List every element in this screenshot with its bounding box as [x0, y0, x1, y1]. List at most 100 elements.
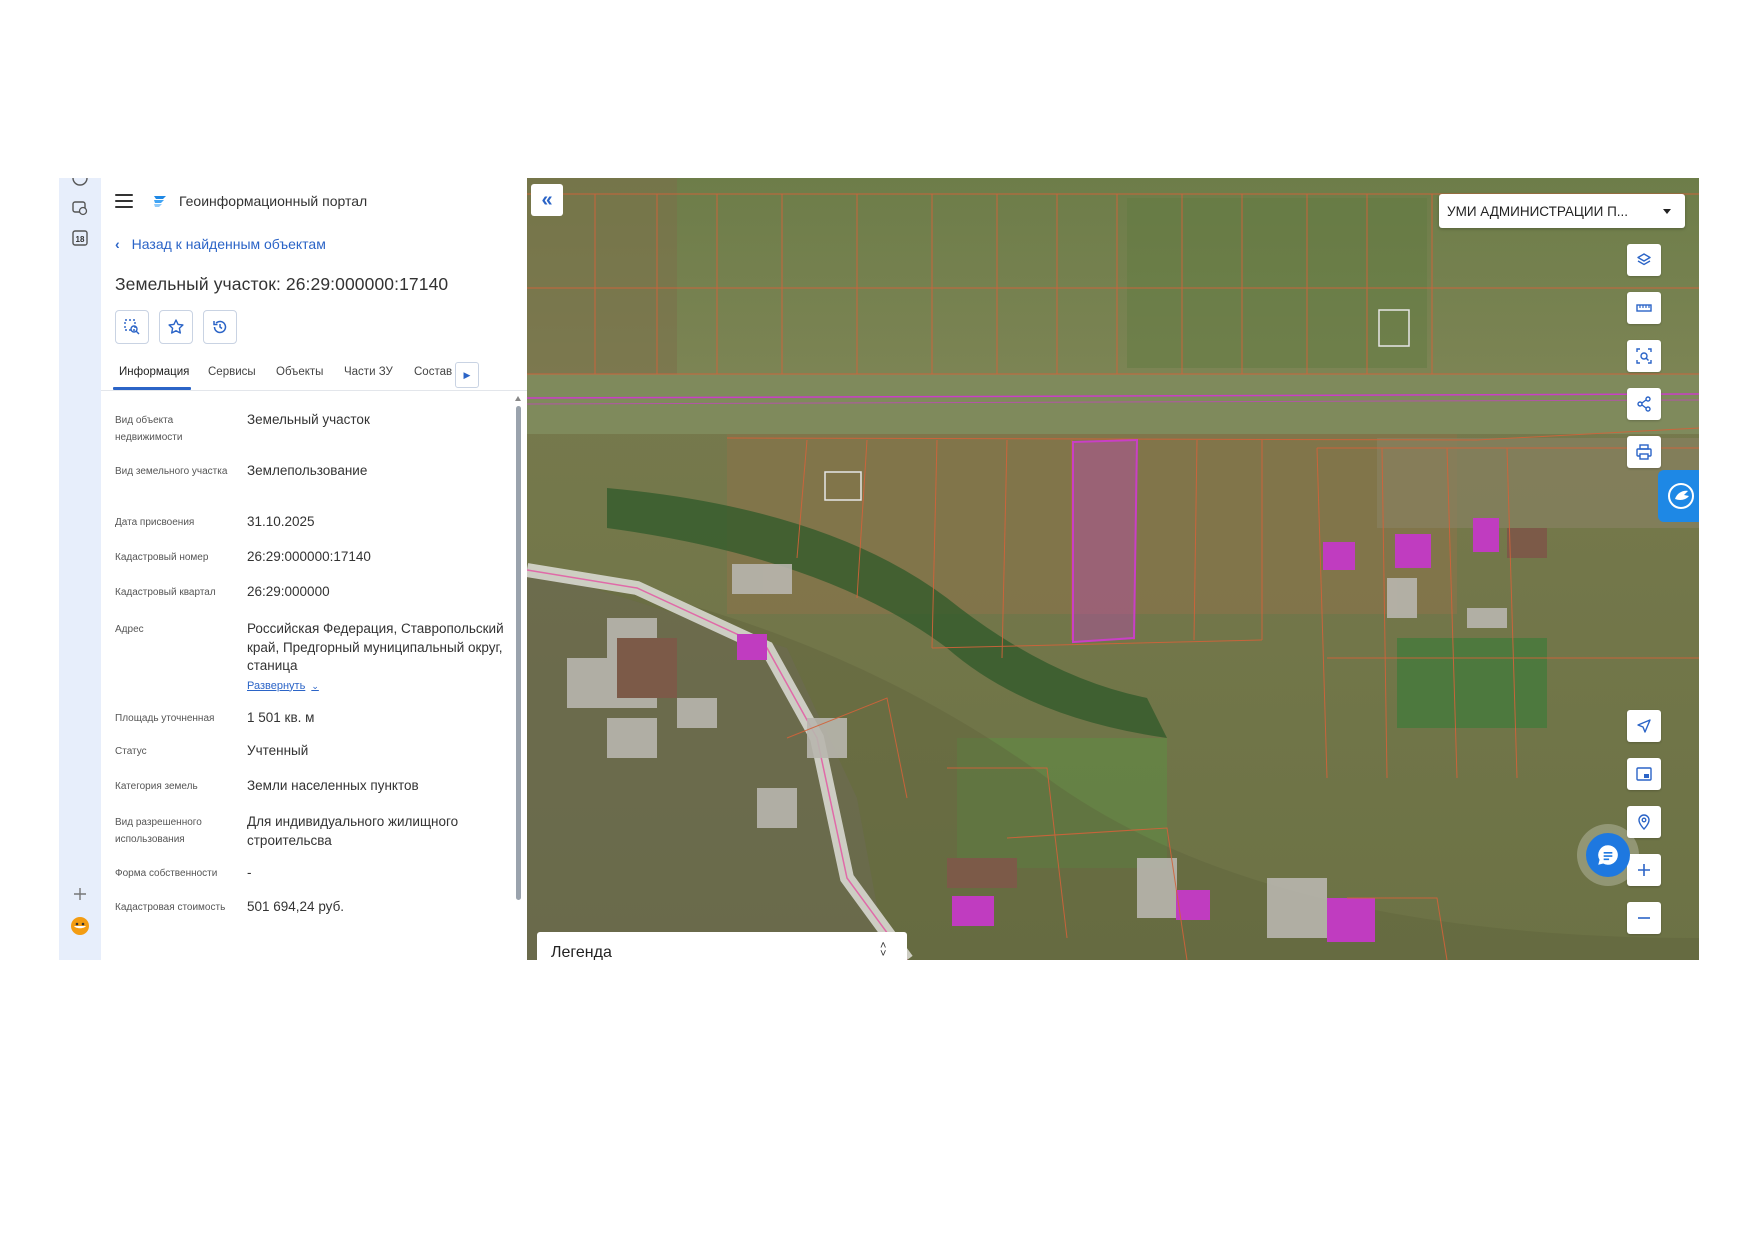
active-tab-indicator	[113, 387, 191, 390]
locate-object-icon	[124, 319, 140, 335]
minimap-button[interactable]	[1627, 758, 1661, 790]
selected-parcel-shape[interactable]	[1072, 438, 1139, 644]
address-text: Российская Федерация, Ставропольский кра…	[247, 621, 504, 673]
field-label: Адрес	[115, 624, 144, 635]
building	[807, 718, 847, 758]
legend-bar[interactable]: Легенда ˄ ˅	[537, 932, 907, 960]
building	[1176, 890, 1210, 920]
field-value: 1 501 кв. м	[247, 710, 315, 725]
history-icon	[213, 320, 227, 334]
tab-composition[interactable]: Состав	[414, 366, 452, 378]
double-chevron-left-icon: «	[541, 188, 553, 211]
minus-icon	[1638, 917, 1650, 919]
panel-header: Геоинформационный портал	[101, 178, 527, 222]
tab-services[interactable]: Сервисы	[208, 366, 256, 378]
find-on-map-button[interactable]	[115, 310, 149, 344]
legend-label: Легенда	[551, 944, 612, 960]
screenshot-icon[interactable]	[70, 198, 90, 218]
zoom-out-button[interactable]	[1627, 902, 1661, 934]
add-icon[interactable]	[70, 884, 90, 904]
caret-right-icon: ▶	[463, 369, 471, 380]
field-label: Категория земель	[115, 781, 198, 792]
field-label: Кадастровый номер	[115, 552, 209, 563]
chat-bubble	[1586, 833, 1630, 877]
field-value: Земли населенных пунктов	[247, 778, 419, 793]
layers-button[interactable]	[1627, 244, 1661, 276]
history-button[interactable]	[203, 310, 237, 344]
tab-objects[interactable]: Объекты	[276, 366, 323, 378]
building	[1327, 898, 1375, 942]
minimap-icon	[1636, 767, 1652, 781]
chevron-left-icon: ‹	[115, 236, 120, 252]
field-label: Статус	[115, 746, 147, 757]
field-label: Кадастровая стоимость	[115, 902, 226, 913]
mascot-icon[interactable]	[70, 916, 90, 936]
select-area-button[interactable]	[1627, 340, 1661, 372]
green-field	[1397, 638, 1547, 728]
field-value: -	[247, 865, 252, 880]
app-window: 18 Геоинформационный портал ‹ Назад к на…	[59, 178, 1699, 960]
field-label: Площадь уточненная	[115, 713, 215, 724]
field-value-address: Российская Федерация, Ставропольский кра…	[247, 620, 507, 695]
building	[737, 634, 767, 660]
scroll-up-icon[interactable]	[515, 396, 521, 401]
printer-icon	[1636, 444, 1652, 460]
portal-logo-icon	[151, 192, 169, 210]
map-pin-search-icon	[1638, 814, 1650, 830]
calendar-day: 18	[76, 235, 85, 244]
ruler-button[interactable]	[1627, 292, 1661, 324]
roof	[617, 638, 677, 698]
info-panel: Геоинформационный портал ‹ Назад к найде…	[101, 178, 527, 960]
share-icon	[1637, 396, 1651, 412]
geolocation-button[interactable]	[1627, 710, 1661, 742]
layer-select[interactable]: УМИ АДМИНИСТРАЦИИ П...	[1439, 194, 1685, 228]
panel-scrollbar[interactable]	[515, 396, 521, 960]
feedback-widget-button[interactable]	[1658, 470, 1699, 522]
menu-icon[interactable]	[115, 194, 133, 208]
selected-parcel[interactable]	[1072, 438, 1139, 644]
star-icon	[168, 319, 184, 334]
object-title: Земельный участок: 26:29:000000:17140	[115, 274, 449, 294]
field-value: Учтенный	[247, 743, 309, 758]
field-value: 26:29:000000:17140	[247, 549, 371, 564]
calendar-icon[interactable]: 18	[70, 228, 90, 248]
chat-button[interactable]	[1577, 824, 1639, 886]
ruler-icon	[1636, 304, 1652, 312]
roof	[1507, 528, 1547, 558]
building	[607, 718, 657, 758]
tab-parts[interactable]: Части ЗУ	[344, 366, 393, 378]
building	[732, 564, 792, 594]
field-value: Землепользование	[247, 463, 368, 478]
caret-down-icon	[1663, 209, 1671, 214]
building	[1395, 534, 1431, 568]
expand-legend-icon[interactable]: ˄ ˅	[880, 941, 886, 960]
share-button[interactable]	[1627, 388, 1661, 420]
building	[1467, 608, 1507, 628]
tab-info[interactable]: Информация	[119, 366, 189, 378]
layer-select-value: УМИ АДМИНИСТРАЦИИ П...	[1447, 204, 1629, 219]
back-link[interactable]: ‹ Назад к найденным объектам	[115, 236, 326, 252]
search-place-button[interactable]	[1627, 806, 1661, 838]
expand-address-link[interactable]: Развернуть ⌄	[247, 677, 319, 696]
object-actions	[115, 310, 237, 344]
tabs-next-button[interactable]: ▶	[455, 362, 479, 388]
field-label: Дата присвоения	[115, 517, 195, 528]
scroll-thumb[interactable]	[516, 406, 521, 900]
portal-title: Геоинформационный портал	[179, 193, 368, 209]
circle-icon[interactable]	[70, 178, 90, 188]
building	[1137, 858, 1177, 918]
favorite-button[interactable]	[159, 310, 193, 344]
building	[1473, 518, 1499, 552]
layers-icon	[1637, 253, 1651, 266]
left-rail: 18	[59, 178, 101, 960]
field-value: Для индивидуального жилищного строительс…	[247, 814, 459, 848]
chat-icon	[1598, 845, 1618, 865]
field-label: Кадастровый квартал	[115, 587, 216, 598]
road-strip	[527, 374, 1699, 434]
building	[1267, 878, 1327, 938]
field-label: Форма собственности	[115, 868, 218, 879]
map-view[interactable]: « УМИ АДМИНИСТРАЦИИ П... Легенда ˄ ˅	[527, 178, 1699, 960]
collapse-panel-button[interactable]: «	[531, 184, 563, 216]
field-value: Земельный участок	[247, 412, 370, 427]
print-button[interactable]	[1627, 436, 1661, 468]
